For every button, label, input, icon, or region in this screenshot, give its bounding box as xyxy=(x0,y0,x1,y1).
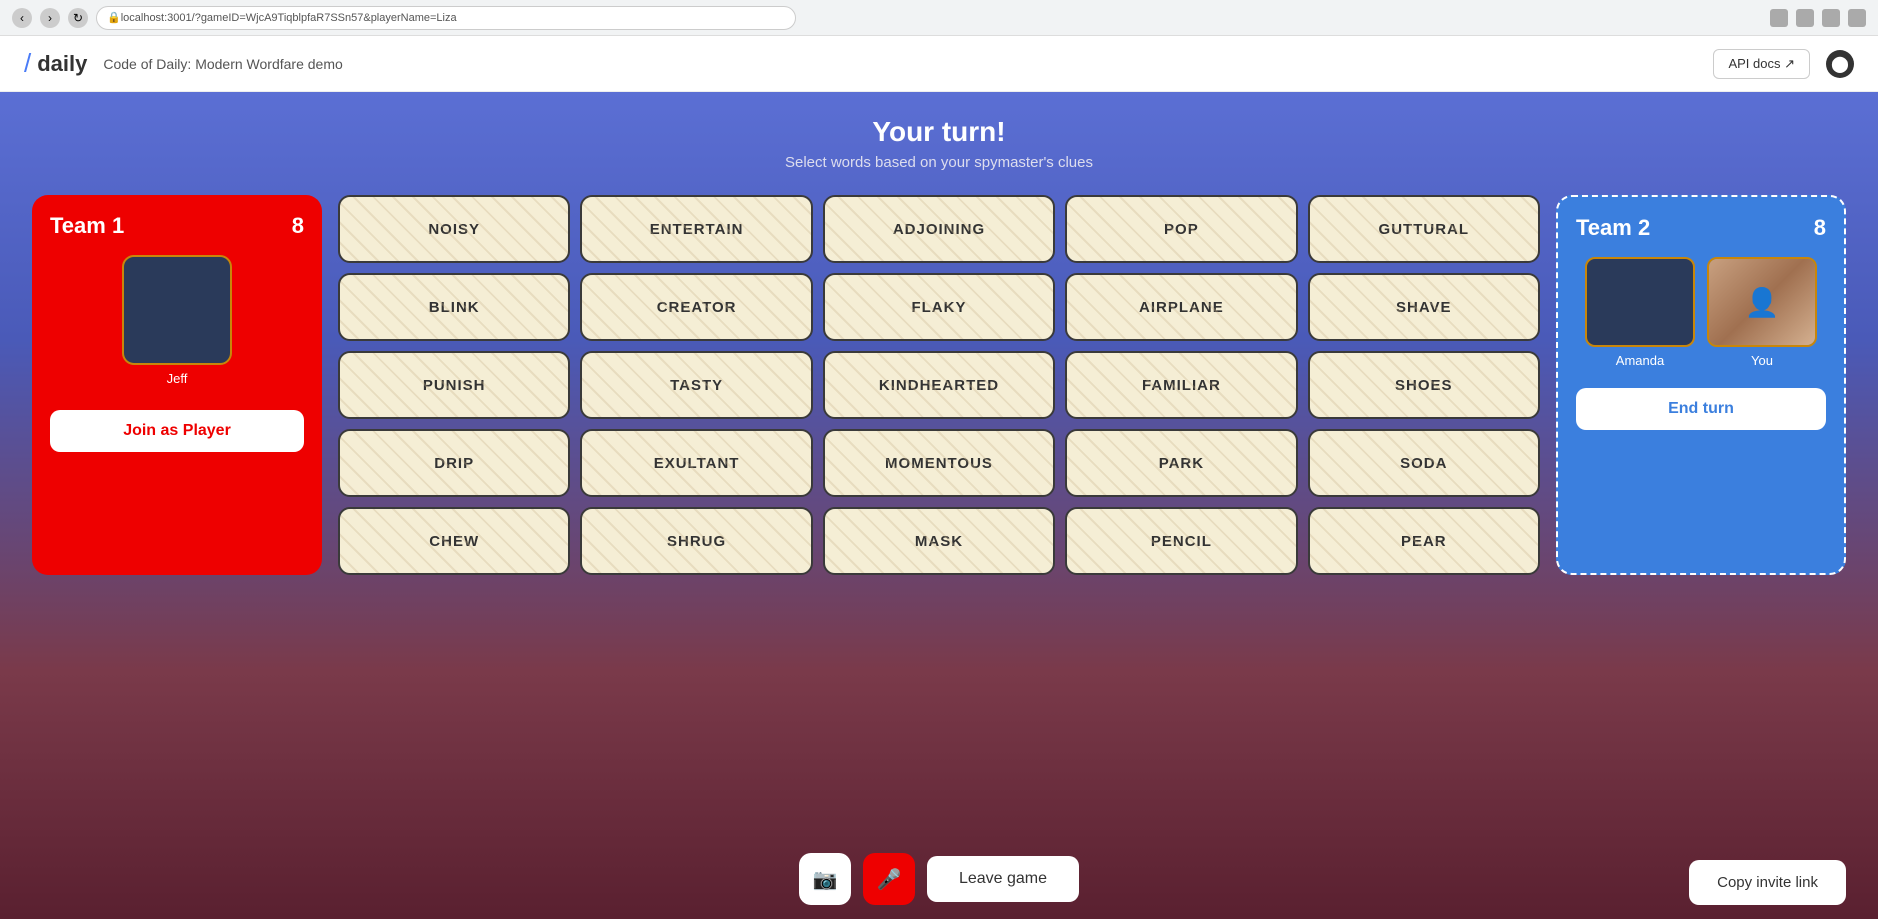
mic-off-icon: 🎤 xyxy=(877,867,902,892)
bookmark-icon xyxy=(1796,9,1814,27)
team2-player2-name: You xyxy=(1751,353,1773,368)
api-docs-button[interactable]: API docs ↗ xyxy=(1713,49,1810,79)
end-turn-button[interactable]: End turn xyxy=(1576,388,1826,430)
word-card-shrug[interactable]: SHRUG xyxy=(580,507,812,575)
word-card-soda[interactable]: SODA xyxy=(1308,429,1540,497)
word-card-pear[interactable]: PEAR xyxy=(1308,507,1540,575)
team1-name: Team 1 xyxy=(50,213,124,239)
word-grid: NOISYENTERTAINADJOININGPOPGUTTURALBLINKC… xyxy=(338,195,1540,575)
logo-text: daily xyxy=(37,51,87,77)
word-card-blink[interactable]: BLINK xyxy=(338,273,570,341)
game-layout: Team 1 8 Jeff Join as Player NOISYENTERT… xyxy=(32,195,1846,575)
github-icon[interactable]: ⬤ xyxy=(1826,50,1854,78)
camera-button[interactable]: 📷 xyxy=(799,853,851,905)
team2-panel: Team 2 8 Amanda 👤 You End turn xyxy=(1556,195,1846,575)
team1-header: Team 1 8 xyxy=(50,213,304,239)
team2-name: Team 2 xyxy=(1576,215,1650,241)
logo-slash: / xyxy=(24,48,31,79)
team2-players: Amanda 👤 You xyxy=(1576,257,1826,368)
app-header: / daily Code of Daily: Modern Wordfare d… xyxy=(0,36,1878,92)
word-card-chew[interactable]: CHEW xyxy=(338,507,570,575)
word-card-punish[interactable]: PUNISH xyxy=(338,351,570,419)
word-card-airplane[interactable]: AIRPLANE xyxy=(1065,273,1297,341)
reload-button[interactable]: ↻ xyxy=(68,8,88,28)
word-card-mask[interactable]: MASK xyxy=(823,507,1055,575)
cast-icon xyxy=(1770,9,1788,27)
team2-player1-card: Amanda xyxy=(1585,257,1695,368)
join-as-player-button[interactable]: Join as Player xyxy=(50,410,304,452)
game-background: Your turn! Select words based on your sp… xyxy=(0,92,1878,919)
turn-subtitle: Select words based on your spymaster's c… xyxy=(32,154,1846,171)
team1-panel: Team 1 8 Jeff Join as Player xyxy=(32,195,322,575)
word-card-noisy[interactable]: NOISY xyxy=(338,195,570,263)
team2-player2-card: 👤 You xyxy=(1707,257,1817,368)
microphone-button[interactable]: 🎤 xyxy=(863,853,915,905)
word-card-entertain[interactable]: ENTERTAIN xyxy=(580,195,812,263)
word-card-kindhearted[interactable]: KINDHEARTED xyxy=(823,351,1055,419)
leave-game-button[interactable]: Leave game xyxy=(927,856,1079,902)
word-card-familiar[interactable]: FAMILIAR xyxy=(1065,351,1297,419)
word-card-creator[interactable]: CREATOR xyxy=(580,273,812,341)
team1-player-name: Jeff xyxy=(167,371,188,386)
profile-icon xyxy=(1848,9,1866,27)
word-card-park[interactable]: PARK xyxy=(1065,429,1297,497)
app-logo: / daily xyxy=(24,48,87,79)
word-card-shave[interactable]: SHAVE xyxy=(1308,273,1540,341)
word-card-exultant[interactable]: EXULTANT xyxy=(580,429,812,497)
camera-icon: 📷 xyxy=(813,867,838,892)
header-right: API docs ↗ ⬤ xyxy=(1713,49,1854,79)
word-card-flaky[interactable]: FLAKY xyxy=(823,273,1055,341)
turn-title: Your turn! xyxy=(32,116,1846,148)
team1-player-avatar xyxy=(122,255,232,365)
team2-player2-video: 👤 xyxy=(1709,259,1815,345)
extensions-icon xyxy=(1822,9,1840,27)
team1-score: 8 xyxy=(292,213,304,239)
team2-player1-name: Amanda xyxy=(1616,353,1664,368)
word-card-momentous[interactable]: MOMENTOUS xyxy=(823,429,1055,497)
team2-header: Team 2 8 xyxy=(1576,215,1826,241)
team2-player1-avatar xyxy=(1585,257,1695,347)
back-button[interactable]: ‹ xyxy=(12,8,32,28)
word-card-pop[interactable]: POP xyxy=(1065,195,1297,263)
team1-player: Jeff xyxy=(50,255,304,386)
url-bar[interactable]: 🔒 localhost:3001/?gameID=WjcA9TiqblpfaR7… xyxy=(96,6,796,30)
team2-score: 8 xyxy=(1814,215,1826,241)
turn-header: Your turn! Select words based on your sp… xyxy=(32,116,1846,171)
app-title: Code of Daily: Modern Wordfare demo xyxy=(103,56,342,72)
word-card-drip[interactable]: DRIP xyxy=(338,429,570,497)
api-docs-label: API docs ↗ xyxy=(1728,56,1795,72)
word-card-tasty[interactable]: TASTY xyxy=(580,351,812,419)
url-text: localhost:3001/?gameID=WjcA9TiqblpfaR7SS… xyxy=(121,12,457,24)
forward-button[interactable]: › xyxy=(40,8,60,28)
word-card-guttural[interactable]: GUTTURAL xyxy=(1308,195,1540,263)
team2-player2-avatar: 👤 xyxy=(1707,257,1817,347)
browser-chrome: ‹ › ↻ 🔒 localhost:3001/?gameID=WjcA9Tiqb… xyxy=(0,0,1878,36)
browser-icons xyxy=(1770,9,1866,27)
copy-invite-button[interactable]: Copy invite link xyxy=(1689,860,1846,905)
word-card-adjoining[interactable]: ADJOINING xyxy=(823,195,1055,263)
word-card-shoes[interactable]: SHOES xyxy=(1308,351,1540,419)
word-card-pencil[interactable]: PENCIL xyxy=(1065,507,1297,575)
